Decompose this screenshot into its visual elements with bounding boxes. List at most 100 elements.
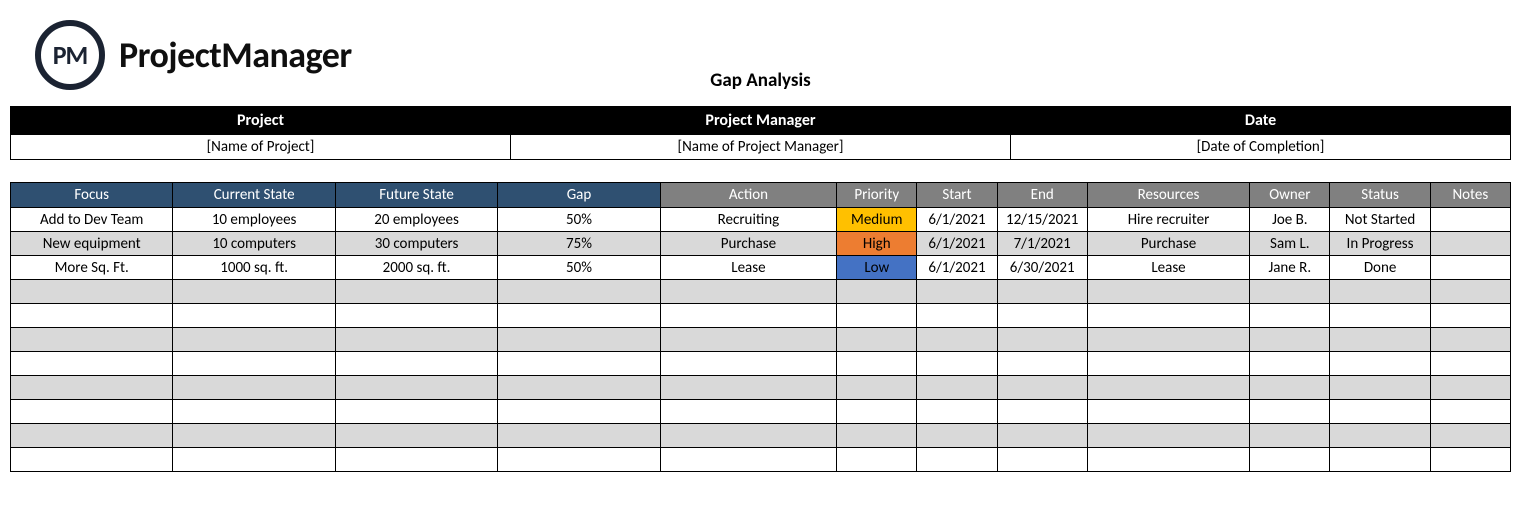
cell-empty[interactable] bbox=[11, 352, 173, 376]
cell-empty[interactable] bbox=[173, 376, 335, 400]
cell-empty[interactable] bbox=[335, 280, 497, 304]
cell-empty[interactable] bbox=[997, 376, 1087, 400]
cell-focus[interactable]: New equipment bbox=[11, 232, 173, 256]
cell-empty[interactable] bbox=[837, 400, 917, 424]
cell-empty[interactable] bbox=[837, 352, 917, 376]
cell-empty[interactable] bbox=[498, 328, 660, 352]
cell-focus[interactable]: More Sq. Ft. bbox=[11, 256, 173, 280]
cell-empty[interactable] bbox=[997, 304, 1087, 328]
cell-empty[interactable] bbox=[1250, 328, 1330, 352]
cell-empty[interactable] bbox=[11, 328, 173, 352]
cell-empty[interactable] bbox=[660, 424, 836, 448]
cell-empty[interactable] bbox=[11, 376, 173, 400]
cell-empty[interactable] bbox=[11, 424, 173, 448]
cell-empty[interactable] bbox=[837, 328, 917, 352]
cell-empty[interactable] bbox=[1087, 304, 1249, 328]
cell-empty[interactable] bbox=[498, 352, 660, 376]
cell-focus[interactable]: Add to Dev Team bbox=[11, 208, 173, 232]
cell-status[interactable]: In Progress bbox=[1330, 232, 1430, 256]
cell-empty[interactable] bbox=[11, 448, 173, 472]
cell-notes[interactable] bbox=[1430, 232, 1510, 256]
cell-future[interactable]: 20 employees bbox=[335, 208, 497, 232]
cell-empty[interactable] bbox=[917, 352, 997, 376]
cell-gap[interactable]: 75% bbox=[498, 232, 660, 256]
meta-value-project[interactable]: [Name of Project] bbox=[11, 135, 511, 160]
cell-current[interactable]: 10 employees bbox=[173, 208, 335, 232]
cell-notes[interactable] bbox=[1430, 208, 1510, 232]
cell-empty[interactable] bbox=[1250, 352, 1330, 376]
cell-empty[interactable] bbox=[917, 304, 997, 328]
cell-future[interactable]: 2000 sq. ft. bbox=[335, 256, 497, 280]
cell-empty[interactable] bbox=[997, 448, 1087, 472]
cell-empty[interactable] bbox=[335, 448, 497, 472]
cell-empty[interactable] bbox=[917, 280, 997, 304]
cell-resources[interactable]: Hire recruiter bbox=[1087, 208, 1249, 232]
cell-empty[interactable] bbox=[1430, 328, 1510, 352]
cell-empty[interactable] bbox=[173, 400, 335, 424]
cell-empty[interactable] bbox=[660, 448, 836, 472]
meta-value-manager[interactable]: [Name of Project Manager] bbox=[511, 135, 1011, 160]
cell-empty[interactable] bbox=[335, 328, 497, 352]
cell-empty[interactable] bbox=[1430, 400, 1510, 424]
cell-empty[interactable] bbox=[1430, 304, 1510, 328]
cell-empty[interactable] bbox=[1250, 376, 1330, 400]
cell-empty[interactable] bbox=[173, 424, 335, 448]
cell-empty[interactable] bbox=[997, 280, 1087, 304]
cell-empty[interactable] bbox=[997, 328, 1087, 352]
cell-empty[interactable] bbox=[498, 400, 660, 424]
cell-status[interactable]: Done bbox=[1330, 256, 1430, 280]
cell-empty[interactable] bbox=[660, 400, 836, 424]
cell-empty[interactable] bbox=[173, 280, 335, 304]
cell-gap[interactable]: 50% bbox=[498, 256, 660, 280]
cell-gap[interactable]: 50% bbox=[498, 208, 660, 232]
cell-empty[interactable] bbox=[660, 376, 836, 400]
cell-empty[interactable] bbox=[1430, 376, 1510, 400]
cell-empty[interactable] bbox=[173, 352, 335, 376]
cell-empty[interactable] bbox=[1330, 280, 1430, 304]
cell-empty[interactable] bbox=[660, 304, 836, 328]
cell-empty[interactable] bbox=[1330, 400, 1430, 424]
cell-start[interactable]: 6/1/2021 bbox=[917, 256, 997, 280]
cell-empty[interactable] bbox=[1250, 304, 1330, 328]
cell-empty[interactable] bbox=[1330, 304, 1430, 328]
cell-empty[interactable] bbox=[1330, 448, 1430, 472]
cell-empty[interactable] bbox=[917, 400, 997, 424]
cell-action[interactable]: Purchase bbox=[660, 232, 836, 256]
cell-empty[interactable] bbox=[1087, 352, 1249, 376]
cell-start[interactable]: 6/1/2021 bbox=[917, 208, 997, 232]
cell-empty[interactable] bbox=[11, 280, 173, 304]
cell-empty[interactable] bbox=[498, 304, 660, 328]
cell-current[interactable]: 1000 sq. ft. bbox=[173, 256, 335, 280]
cell-empty[interactable] bbox=[498, 424, 660, 448]
cell-empty[interactable] bbox=[335, 352, 497, 376]
cell-empty[interactable] bbox=[1430, 352, 1510, 376]
cell-empty[interactable] bbox=[837, 376, 917, 400]
cell-empty[interactable] bbox=[498, 448, 660, 472]
cell-end[interactable]: 7/1/2021 bbox=[997, 232, 1087, 256]
cell-empty[interactable] bbox=[173, 448, 335, 472]
cell-empty[interactable] bbox=[335, 376, 497, 400]
cell-empty[interactable] bbox=[1330, 352, 1430, 376]
cell-start[interactable]: 6/1/2021 bbox=[917, 232, 997, 256]
cell-empty[interactable] bbox=[11, 400, 173, 424]
cell-empty[interactable] bbox=[1250, 448, 1330, 472]
cell-empty[interactable] bbox=[1250, 280, 1330, 304]
cell-end[interactable]: 6/30/2021 bbox=[997, 256, 1087, 280]
cell-empty[interactable] bbox=[335, 400, 497, 424]
cell-empty[interactable] bbox=[1430, 280, 1510, 304]
cell-empty[interactable] bbox=[173, 304, 335, 328]
cell-empty[interactable] bbox=[1087, 328, 1249, 352]
cell-empty[interactable] bbox=[11, 304, 173, 328]
cell-empty[interactable] bbox=[1250, 400, 1330, 424]
cell-empty[interactable] bbox=[917, 328, 997, 352]
cell-current[interactable]: 10 computers bbox=[173, 232, 335, 256]
cell-owner[interactable]: Joe B. bbox=[1250, 208, 1330, 232]
cell-empty[interactable] bbox=[1250, 424, 1330, 448]
cell-resources[interactable]: Purchase bbox=[1087, 232, 1249, 256]
cell-empty[interactable] bbox=[837, 280, 917, 304]
cell-empty[interactable] bbox=[1330, 424, 1430, 448]
meta-value-date[interactable]: [Date of Completion] bbox=[1011, 135, 1511, 160]
cell-future[interactable]: 30 computers bbox=[335, 232, 497, 256]
cell-empty[interactable] bbox=[1087, 424, 1249, 448]
cell-resources[interactable]: Lease bbox=[1087, 256, 1249, 280]
